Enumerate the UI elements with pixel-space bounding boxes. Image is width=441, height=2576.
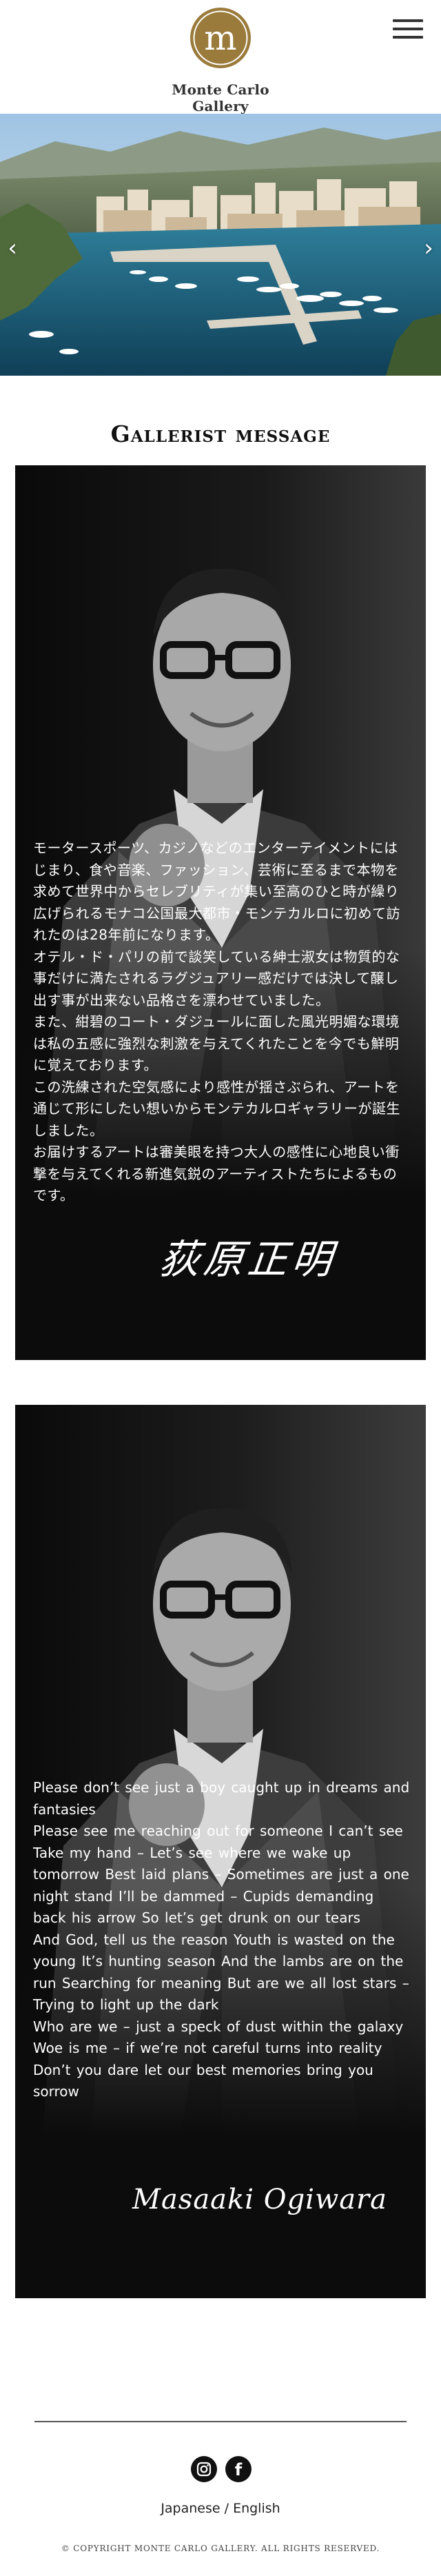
message-card-japanese: モータースポーツ、カジノなどのエンターテイメントにはじまり、食や音楽、ファッショ… <box>15 465 426 1360</box>
signature-japanese: 荻原正明 <box>156 1236 339 1283</box>
hero-image <box>0 114 441 376</box>
gallerist-message-en: Please don’t see just a boy caught up in… <box>33 1777 411 2103</box>
message-paragraph: モータースポーツ、カジノなどのエンターテイメントにはじまり、食や音楽、ファッショ… <box>33 840 400 943</box>
lyric-line: Woe is me – if we’re not careful turns i… <box>33 2040 382 2056</box>
message-card-english: Please don’t see just a boy caught up in… <box>15 1405 426 2298</box>
message-paragraph: また、紺碧のコート・ダジュールに面した風光明媚な環境は私の五感に強烈な刺激を与え… <box>33 1013 400 1073</box>
lyric-line: And God, tell us the reason Youth is was… <box>33 1931 409 2014</box>
footer-divider <box>34 2421 407 2422</box>
social-links: f <box>191 2456 253 2484</box>
logo-monogram-letter: m <box>204 18 236 58</box>
gallerist-message-ja: モータースポーツ、カジノなどのエンターテイメントにはじまり、食や音楽、ファッショ… <box>33 838 411 1207</box>
logo-text: Monte Carlo Gallery <box>172 81 269 114</box>
message-paragraph: この洗練された空気感により感性が揺さぶられ、アートを通じて形にしたい想いからモン… <box>33 1078 400 1139</box>
instagram-glyph <box>196 2462 212 2477</box>
message-paragraph: オテル・ド・パリの前で談笑している紳士淑女は物質的な事だけに満たされるラグジュア… <box>33 948 400 1008</box>
slider-prev-button[interactable]: ‹ <box>4 234 21 262</box>
lyric-line: Please don’t see just a boy caught up in… <box>33 1779 410 1818</box>
lang-separator: / <box>220 2501 234 2516</box>
message-paragraph: お届けするアートは審美眼を持つ大人の感性に心地良い衝撃を与えてくれる新進気鋭のア… <box>33 1144 400 1204</box>
lyric-line: Take my hand – Let’s see where we wake u… <box>33 1844 409 1927</box>
signature-english: Masaaki Ogiwara <box>132 2184 388 2215</box>
lyric-line: Don’t you dare let our best memories bri… <box>33 2061 373 2100</box>
lyric-line: Who are we – just a speck of dust within… <box>33 2018 404 2035</box>
instagram-icon[interactable] <box>191 2456 217 2482</box>
site-logo[interactable]: m Monte Carlo Gallery <box>152 6 289 114</box>
site-header: m Monte Carlo Gallery <box>0 0 441 114</box>
logo-monogram-icon: m <box>190 8 251 68</box>
lang-japanese-link[interactable]: Japanese <box>161 2501 220 2516</box>
lyric-line: Please see me reaching out for someone I… <box>33 1823 403 1839</box>
language-switcher: Japanese / English <box>0 2501 441 2516</box>
facebook-icon[interactable]: f <box>225 2456 252 2482</box>
lang-english-link[interactable]: English <box>233 2501 280 2516</box>
section-title: Gallerist message <box>110 420 331 447</box>
slider-next-button[interactable]: › <box>420 234 437 262</box>
copyright-text: © COPYRIGHT MONTE CARLO GALLERY. ALL RIG… <box>61 2544 380 2553</box>
hero-slider[interactable]: ‹ › <box>0 114 441 376</box>
hamburger-menu-icon[interactable] <box>393 19 423 40</box>
